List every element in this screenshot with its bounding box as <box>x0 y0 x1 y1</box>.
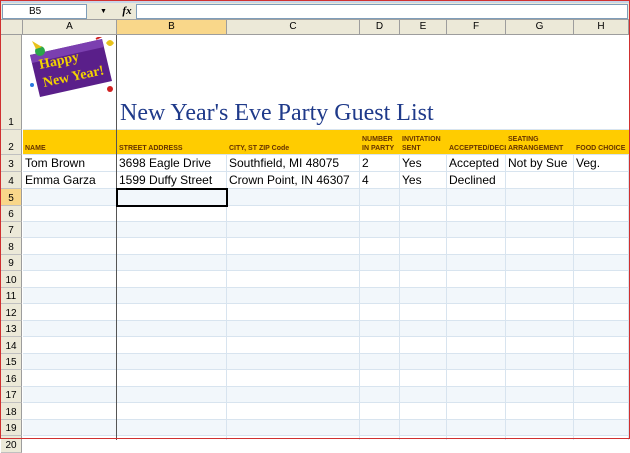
window-frame <box>0 0 630 439</box>
